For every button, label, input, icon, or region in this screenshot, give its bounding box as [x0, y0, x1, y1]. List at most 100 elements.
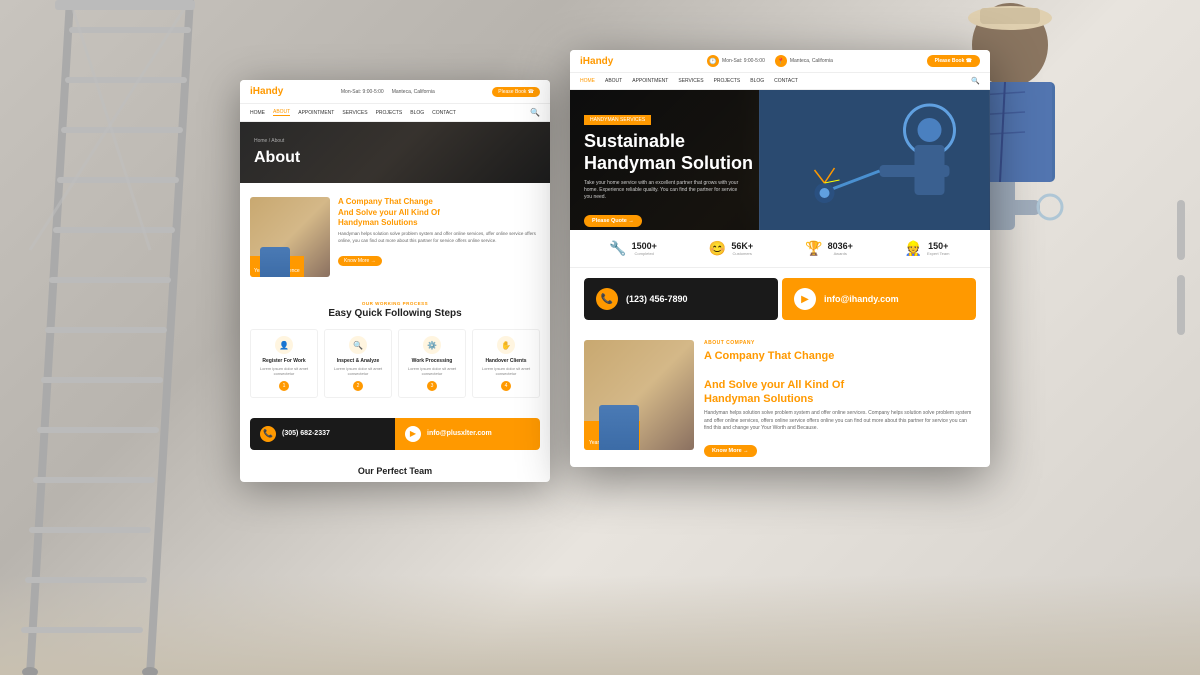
ml-email-icon: ▶	[405, 426, 421, 442]
mr-stat-2-info: 56K+ Customers	[731, 241, 753, 256]
mr-stat-2-icon: 😊	[709, 240, 726, 257]
mr-book-btn[interactable]: Please Book ☎	[927, 55, 980, 67]
ml-step-2: 🔍 Inspect & Analyze Lorem ipsum dolor si…	[324, 329, 392, 397]
mr-stats-bar: 🔧 1500+ Completed 😊 56K+ Customers 🏆 803…	[570, 230, 990, 268]
ml-nav-projects[interactable]: PROJECTS	[376, 110, 403, 116]
mr-hero-label: HANDYMAN SERVICES	[584, 115, 651, 125]
mr-cta-email[interactable]: ▶ info@ihandy.com	[782, 278, 976, 320]
mr-quote-btn[interactable]: Please Quote →	[584, 215, 642, 227]
ml-step-3-title: Work Processing	[402, 358, 462, 364]
ladder-decoration	[10, 0, 270, 675]
mr-stat-3-number: 8036+	[828, 241, 853, 251]
ml-step-4-num: 4	[501, 381, 511, 391]
mr-about-section: 25 Years Of Experience ABOUT COMPANY A C…	[570, 330, 990, 467]
ml-nav: HOME ABOUT APPOINTMENT SERVICES PROJECTS…	[240, 104, 550, 122]
ml-cta-email[interactable]: ▶ info@plusxlter.com	[395, 418, 540, 450]
ml-about-image: 25 Years Of Experience	[250, 197, 330, 277]
ml-hero: Home / About About	[240, 122, 550, 183]
ml-hero-content: Home / About About	[254, 138, 536, 167]
mr-about-text: ABOUT COMPANY A Company That Change And …	[704, 340, 976, 457]
ml-steps-section: OUR WORKING PROCESS Easy Quick Following…	[240, 291, 550, 417]
ml-nav-blog[interactable]: BLOG	[410, 110, 424, 116]
ml-know-more-btn[interactable]: Know More →	[338, 256, 382, 266]
mr-about-label: ABOUT COMPANY	[704, 340, 976, 346]
ml-step-2-desc: Lorem ipsum dolor sit amet consectetur	[328, 366, 388, 376]
mr-stat-3-label: Awards	[828, 251, 853, 256]
door-handles	[1177, 200, 1185, 335]
ml-steps-grid: 👤 Register For Work Lorem ipsum dolor si…	[250, 329, 540, 397]
mr-location-text: Manteca, California	[790, 58, 833, 64]
ml-logo: iHandy	[250, 86, 283, 97]
mr-phone-icon: 📞	[596, 288, 618, 310]
ml-about-text: A Company That Change And Solve your All…	[338, 197, 540, 267]
ml-step-3-num: 3	[427, 381, 437, 391]
mr-nav-home[interactable]: HOME	[580, 78, 595, 84]
mr-nav-contact[interactable]: CONTACT	[774, 78, 798, 84]
mr-location-item: 📍 Manteca, California	[775, 55, 833, 67]
mr-stat-awards: 🏆 8036+ Awards	[780, 240, 878, 257]
ml-exp-number: 25	[254, 259, 300, 269]
mr-search-icon[interactable]: 🔍	[971, 77, 980, 85]
mr-clock-icon: 🕐	[707, 55, 719, 67]
ml-step-2-title: Inspect & Analyze	[328, 358, 388, 364]
ml-step-2-icon: 🔍	[349, 336, 367, 354]
ml-nav-contact[interactable]: CONTACT	[432, 110, 456, 116]
mr-about-image: 25 Years Of Experience	[584, 340, 694, 450]
mr-stat-completed: 🔧 1500+ Completed	[584, 240, 682, 257]
ml-step-3-icon: ⚙️	[423, 336, 441, 354]
mr-time-text: Mon-Sat: 9:00-5:00	[722, 58, 765, 64]
ml-nav-appointment[interactable]: APPOINTMENT	[298, 110, 334, 116]
mr-nav-services[interactable]: SERVICES	[678, 78, 703, 84]
ml-nav-about[interactable]: ABOUT	[273, 109, 290, 116]
ml-cta-phone[interactable]: 📞 (305) 682-2337	[250, 418, 395, 450]
mr-header: iHandy 🕐 Mon-Sat: 9:00-5:00 📍 Manteca, C…	[570, 50, 990, 73]
mr-stat-4-number: 150+	[927, 241, 949, 251]
ml-book-btn[interactable]: Please Book ☎	[492, 87, 540, 97]
ml-breadcrumb: Home / About	[254, 138, 536, 144]
mr-nav-about[interactable]: ABOUT	[605, 78, 622, 84]
mr-time-item: 🕐 Mon-Sat: 9:00-5:00	[707, 55, 765, 67]
ml-phone-icon: 📞	[260, 426, 276, 442]
mr-exp-number: 25	[589, 425, 635, 439]
mr-stat-4-icon: 👷	[905, 240, 922, 257]
mr-cta-bar: 📞 (123) 456-7890 ▶ info@ihandy.com	[584, 278, 976, 320]
ml-about-title: A Company That Change And Solve your All…	[338, 197, 540, 228]
ml-nav-home[interactable]: HOME	[250, 110, 265, 116]
mr-email-address: info@ihandy.com	[824, 294, 899, 304]
mr-hero-content: HANDYMAN SERVICES Sustainable Handyman S…	[570, 90, 990, 230]
ml-step-3: ⚙️ Work Processing Lorem ipsum dolor sit…	[398, 329, 466, 397]
mr-stat-4-label: Expert Team	[927, 251, 949, 256]
ml-step-1: 👤 Register For Work Lorem ipsum dolor si…	[250, 329, 318, 397]
ml-nav-services[interactable]: SERVICES	[342, 110, 367, 116]
mockup-home-page: iHandy 🕐 Mon-Sat: 9:00-5:00 📍 Manteca, C…	[570, 50, 990, 467]
ml-steps-label: OUR WORKING PROCESS	[250, 301, 540, 306]
mockup-about-page: iHandy Mon-Sat: 9:00-5:00 Manteca, Calif…	[240, 80, 550, 482]
mr-nav-projects[interactable]: PROJECTS	[714, 78, 741, 84]
ml-team-section: Our Perfect Team	[240, 460, 550, 482]
ml-exp-badge: 25 Years Of Experience	[250, 256, 304, 278]
ml-step-4: ✋ Handover Clients Lorem ipsum dolor sit…	[472, 329, 540, 397]
ml-search-icon[interactable]: 🔍	[530, 108, 540, 117]
mr-nav-appointment[interactable]: APPOINTMENT	[632, 78, 668, 84]
mr-stat-2-label: Customers	[731, 251, 753, 256]
mr-stat-3-info: 8036+ Awards	[828, 241, 853, 256]
mr-nav-blog[interactable]: BLOG	[750, 78, 764, 84]
mr-know-more-btn[interactable]: Know More →	[704, 445, 757, 457]
ml-contact-info: Mon-Sat: 9:00-5:00 Manteca, California	[341, 89, 435, 95]
mr-stat-1-info: 1500+ Completed	[632, 241, 657, 256]
mr-phone-number: (123) 456-7890	[626, 294, 688, 304]
ml-cta-bar: 📞 (305) 682-2337 ▶ info@plusxlter.com	[250, 418, 540, 450]
mr-exp-badge: 25 Years Of Experience	[584, 421, 640, 450]
mr-exp-label: Years Of Experience	[589, 440, 635, 447]
mr-logo: iHandy	[580, 56, 613, 67]
mr-cta-phone[interactable]: 📞 (123) 456-7890	[584, 278, 778, 320]
ml-step-1-title: Register For Work	[254, 358, 314, 364]
ml-step-1-num: 1	[279, 381, 289, 391]
ml-step-4-icon: ✋	[497, 336, 515, 354]
mr-stat-team: 👷 150+ Expert Team	[878, 240, 976, 257]
ml-about-section: 25 Years Of Experience A Company That Ch…	[240, 183, 550, 291]
mr-email-play-icon: ▶	[794, 288, 816, 310]
ml-step-1-desc: Lorem ipsum dolor sit amet consectetur	[254, 366, 314, 376]
ml-exp-label: Years Of Experience	[254, 268, 300, 274]
ml-step-1-icon: 👤	[275, 336, 293, 354]
